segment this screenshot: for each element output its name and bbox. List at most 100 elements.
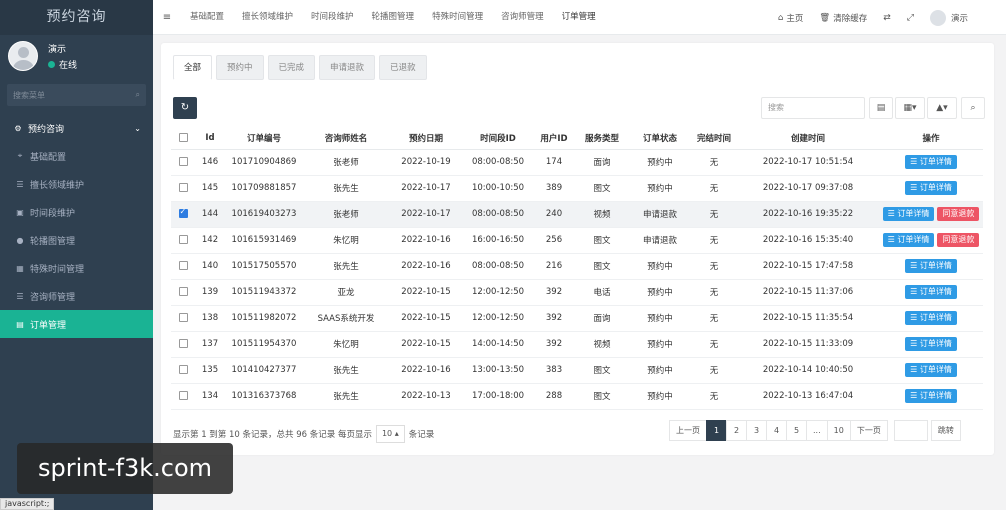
approve-refund-button[interactable]: 同意退款 [937,233,980,247]
column-header[interactable]: 订单编号 [225,127,303,150]
prev-page-button[interactable]: 上一页 [669,420,707,441]
order-detail-button[interactable]: ☰ 订单详情 [905,363,957,377]
sidebar-item-1[interactable]: ⌖ 基础配置 [0,142,153,170]
checkbox-icon[interactable] [178,207,188,218]
row-checkbox[interactable] [171,253,195,280]
table-search-input[interactable]: 搜索 [761,97,865,119]
filter-tab-3[interactable]: 已完成 [267,55,316,80]
top-tab-2[interactable]: 擅长领域维护 [233,0,302,35]
page-button[interactable]: 3 [746,420,767,441]
top-tab-4[interactable]: 轮播图管理 [363,0,424,35]
sidebar-parent-booking[interactable]: ⚙ 预约咨询 ⌄ [0,114,153,142]
table-row[interactable]: 145 101709881857 张先生 2022-10-17 10:00-10:50 3… [171,175,983,202]
order-detail-button[interactable]: ☰ 订单详情 [905,337,957,351]
fullscreen-icon[interactable]: ⤢ [899,13,922,23]
table-row[interactable]: 140 101517505570 张先生 2022-10-16 08:00-08:50 2… [171,253,983,280]
page-jump-input[interactable] [893,420,928,441]
row-checkbox[interactable] [171,357,195,384]
row-checkbox[interactable] [171,227,195,254]
column-header[interactable]: 用户ID [533,127,575,150]
avatar[interactable] [8,41,38,71]
column-header[interactable]: 订单状态 [629,127,691,150]
column-header[interactable]: 咨询师姓名 [303,127,389,150]
row-checkbox[interactable] [171,149,195,176]
sidebar-item-2[interactable]: ☰ 擅长领域维护 [0,170,153,198]
order-detail-button[interactable]: ☰ 订单详情 [882,233,935,247]
toggle-view-button[interactable]: ▤ [869,97,893,119]
row-checkbox[interactable] [171,279,195,306]
page-button[interactable]: ... [806,420,828,441]
table-row[interactable]: 135 101410427377 张先生 2022-10-16 13:00-13:50 3… [171,357,983,384]
export-button[interactable]: ▲▾ [927,97,957,119]
column-header[interactable]: 时间段ID [463,127,533,150]
page-button[interactable]: 10 [826,420,851,441]
page-jump-button[interactable]: 跳转 [930,420,961,441]
row-checkbox[interactable] [171,175,195,202]
menu-toggle-icon[interactable]: ≡ [153,12,181,23]
column-header[interactable]: 创建时间 [737,127,879,150]
top-tab-6[interactable]: 咨询师管理 [492,0,553,35]
sidebar-item-4[interactable]: ● 轮播图管理 [0,226,153,254]
columns-button[interactable]: ▦▾ [895,97,925,119]
checkbox-icon[interactable] [178,157,188,166]
page-size-select[interactable]: 10 ▴ [375,425,405,443]
sidebar-item-3[interactable]: ▣ 时间段维护 [0,198,153,226]
column-header[interactable]: 完结时间 [691,127,737,150]
row-checkbox[interactable] [171,305,195,332]
column-header[interactable]: 预约日期 [389,127,463,150]
language-icon[interactable]: ⇄ [875,13,899,23]
order-detail-button[interactable]: ☰ 订单详情 [905,155,957,169]
advanced-search-button[interactable]: ⌕ [961,97,985,119]
column-header[interactable]: 操作 [879,127,983,150]
checkbox-icon[interactable] [178,287,188,296]
top-tab-5[interactable]: 特殊时间管理 [423,0,492,35]
search-icon[interactable]: ⌕ [136,90,140,100]
page-button[interactable]: 2 [726,420,747,441]
checkbox-icon[interactable] [178,313,188,322]
checkbox-icon[interactable] [178,339,188,348]
top-tab-7[interactable]: 订单管理 [553,0,605,35]
refresh-button[interactable]: ↻ [173,97,197,119]
sidebar-item-5[interactable]: ▦ 特殊时间管理 [0,254,153,282]
next-page-button[interactable]: 下一页 [849,420,888,441]
row-checkbox[interactable] [171,331,195,358]
table-row[interactable]: 144101619403273张老师2022-10-1708:00-08:502… [171,201,983,228]
filter-tab-4[interactable]: 申请退款 [319,55,376,80]
checkbox-icon[interactable] [178,132,188,142]
table-row[interactable]: 134 101316373768 张先生 2022-10-13 17:00-18:00 2… [171,383,983,410]
checkbox-icon[interactable] [178,183,188,192]
row-checkbox[interactable] [171,201,195,228]
menu-search-input[interactable]: 搜索菜单 ⌕ [7,84,146,106]
approve-refund-button[interactable]: 同意退款 [937,207,980,221]
table-row[interactable]: 142 101615931469 朱忆明 2022-10-16 16:00-16:50 2… [171,227,983,254]
order-detail-button[interactable]: ☰ 订单详情 [905,389,957,403]
home-link[interactable]: ⌂ 主页 [770,12,811,24]
column-header[interactable]: 服务类型 [575,127,629,150]
order-detail-button[interactable]: ☰ 订单详情 [905,285,957,299]
table-row[interactable]: 139 101511943372 亚龙 2022-10-15 12:00-12:50 39… [171,279,983,306]
select-all-checkbox[interactable] [171,127,195,150]
row-checkbox[interactable] [171,383,195,410]
filter-tab-5[interactable]: 已退款 [379,55,427,80]
page-button[interactable]: 5 [786,420,807,441]
table-row[interactable]: 138 101511982072 SAAS系统开发 2022-10-15 12:00-1… [171,305,983,332]
checkbox-icon[interactable] [178,235,188,244]
order-detail-button[interactable]: ☰ 订单详情 [905,181,957,195]
order-detail-button[interactable]: ☰ 订单详情 [905,259,957,273]
top-tab-3[interactable]: 时间段维护 [302,0,363,35]
filter-tab-2[interactable]: 预约中 [216,55,264,80]
checkbox-icon[interactable] [178,365,188,374]
checkbox-icon[interactable] [178,261,188,270]
page-button[interactable]: 4 [766,420,787,441]
clear-cache-link[interactable]: 🗑︎ 清除缓存 [811,12,875,24]
sidebar-item-6[interactable]: ☰ 咨询师管理 [0,282,153,310]
user-menu[interactable]: 演示 [922,9,1006,26]
page-button[interactable]: 1 [706,420,727,441]
column-header[interactable]: Id [195,127,225,150]
table-row[interactable]: 137 101511954370 朱忆明 2022-10-15 14:00-14:50 3… [171,331,983,358]
top-tab-1[interactable]: 基础配置 [181,0,233,35]
table-row[interactable]: 146 101710904869 张老师 2022-10-19 08:00-08:50 1… [171,149,983,176]
order-detail-button[interactable]: ☰ 订单详情 [882,207,935,221]
sidebar-item-7[interactable]: ▤ 订单管理 [0,310,153,338]
filter-tab-1[interactable]: 全部 [173,55,213,80]
